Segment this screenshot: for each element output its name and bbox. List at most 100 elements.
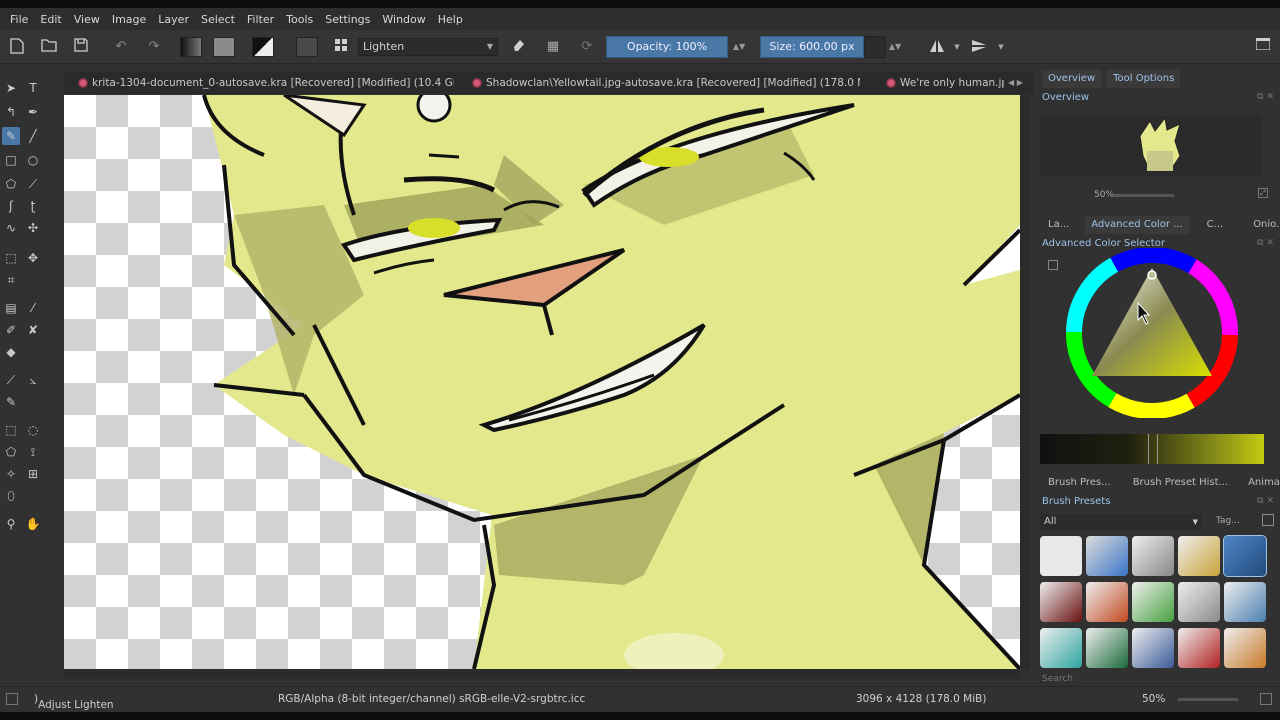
- tab-document-3[interactable]: We're only human.jpg: [882, 72, 1004, 94]
- menu-filter[interactable]: Filter: [241, 13, 280, 26]
- size-slider[interactable]: Size: 600.00 px: [760, 36, 864, 58]
- move-tool-icon[interactable]: ✥: [24, 249, 42, 267]
- color-history-strip[interactable]: [1040, 434, 1264, 464]
- grid-icon[interactable]: [332, 38, 350, 56]
- menu-window[interactable]: Window: [376, 13, 431, 26]
- panel-float-close-icon[interactable]: ⧉ ✕: [1257, 92, 1274, 102]
- contiguous-selection-tool-icon[interactable]: ✧: [2, 465, 20, 483]
- rectangular-selection-tool-icon[interactable]: ⬚: [2, 421, 20, 439]
- redo-icon[interactable]: ↷: [145, 38, 163, 56]
- mirror-vertical-icon[interactable]: [970, 38, 988, 56]
- polyline-tool-icon[interactable]: ⟋: [24, 175, 42, 193]
- opacity-slider[interactable]: Opacity: 100%: [606, 36, 728, 58]
- mirror-horizontal-options-icon[interactable]: ▼: [948, 38, 966, 56]
- tab-color[interactable]: C...: [1201, 216, 1230, 234]
- elliptical-selection-tool-icon[interactable]: ◌: [24, 421, 42, 439]
- brush-preset-lasso-icon[interactable]: [1132, 628, 1174, 668]
- panel-float-close-icon[interactable]: ⧉ ✕: [1257, 496, 1274, 506]
- color-settings-icon[interactable]: [1048, 260, 1058, 270]
- preserve-alpha-icon[interactable]: ▦: [544, 38, 562, 56]
- canvas-horizontal-scrollbar[interactable]: [64, 669, 1020, 679]
- undo-icon[interactable]: ↶: [112, 38, 130, 56]
- opacity-spin-icon[interactable]: ▲▼: [730, 38, 748, 56]
- color-picker-tool-icon[interactable]: ⁄: [24, 299, 42, 317]
- tab-document-1[interactable]: krita-1304-document_0-autosave.kra [Reco…: [74, 72, 454, 94]
- brush-preset-red-pen-icon[interactable]: [1178, 628, 1220, 668]
- status-color-profile[interactable]: RGB/Alpha (8-bit integer/channel) sRGB-e…: [278, 693, 585, 705]
- foreground-background-color-icon[interactable]: [252, 37, 274, 57]
- fill-tool-icon[interactable]: ◆: [2, 343, 20, 361]
- menu-layer[interactable]: Layer: [152, 13, 195, 26]
- brush-view-icon[interactable]: [1262, 514, 1274, 526]
- brush-preset-ink-icon[interactable]: [1040, 536, 1082, 576]
- new-document-icon[interactable]: [8, 38, 26, 56]
- gradient-tool-icon[interactable]: ▤: [2, 299, 20, 317]
- tab-document-2[interactable]: Shadowclan\Yellowtail.jpg-autosave.kra […: [468, 72, 860, 94]
- menu-settings[interactable]: Settings: [319, 13, 376, 26]
- pan-tool-icon[interactable]: ✋: [24, 515, 42, 533]
- menu-select[interactable]: Select: [195, 13, 241, 26]
- reload-preset-icon[interactable]: ⟳: [578, 38, 596, 56]
- overview-zoom-slider[interactable]: [1114, 194, 1174, 197]
- brush-preset-blender-icon[interactable]: [1040, 582, 1082, 622]
- polygonal-selection-tool-icon[interactable]: ⬠: [2, 443, 20, 461]
- mirror-vertical-options-icon[interactable]: ▼: [992, 38, 1010, 56]
- status-zoom[interactable]: 50%: [1142, 693, 1165, 705]
- brush-preset-star-icon[interactable]: [1178, 536, 1220, 576]
- assistant-tool-icon[interactable]: ⟋: [2, 371, 20, 389]
- similar-color-selection-tool-icon[interactable]: ⊞: [24, 465, 42, 483]
- save-icon[interactable]: [72, 38, 90, 56]
- dynamic-brush-tool-icon[interactable]: ∿: [2, 219, 20, 237]
- selection-mode-icon[interactable]: [6, 693, 18, 705]
- menu-view[interactable]: View: [68, 13, 106, 26]
- panel-float-close-icon[interactable]: ⧉ ✕: [1257, 238, 1274, 248]
- brush-preset-pencil-icon[interactable]: [1132, 536, 1174, 576]
- menu-image[interactable]: Image: [106, 13, 152, 26]
- multibrush-tool-icon[interactable]: ✣: [24, 219, 42, 237]
- ellipse-tool-icon[interactable]: ○: [24, 151, 42, 169]
- calligraphy-tool-icon[interactable]: ✒: [24, 103, 42, 121]
- hamburger-icon[interactable]: [1254, 37, 1272, 56]
- size-spin-icon[interactable]: ▲▼: [886, 38, 904, 56]
- freehand-path-tool-icon[interactable]: ʈ: [24, 197, 42, 215]
- line-tool-icon[interactable]: ╱: [24, 127, 42, 145]
- brush-preset-selected-icon[interactable]: [1223, 535, 1267, 577]
- color-wheel[interactable]: [1062, 248, 1242, 418]
- brush-preset-smudge-icon[interactable]: [1224, 582, 1266, 622]
- tab-brush-preset-history[interactable]: Brush Preset Hist...: [1127, 474, 1234, 492]
- zoom-tool-icon[interactable]: ⚲: [2, 515, 20, 533]
- brush-preset-oil-icon[interactable]: [1086, 582, 1128, 622]
- brush-preset-flask-icon[interactable]: [1132, 582, 1174, 622]
- menu-edit[interactable]: Edit: [34, 13, 67, 26]
- brush-preset-orange-icon[interactable]: [1224, 628, 1266, 668]
- tab-tool-options[interactable]: Tool Options: [1107, 70, 1181, 88]
- brush-tag-select[interactable]: Tag...: [1216, 516, 1240, 526]
- drawing-canvas[interactable]: [64, 95, 1020, 669]
- text-tool-icon[interactable]: T: [24, 79, 42, 97]
- mirror-horizontal-icon[interactable]: [928, 38, 946, 56]
- brush-preset-icon[interactable]: [296, 37, 318, 57]
- tab-scroll-arrows[interactable]: ◀ ▶: [1004, 72, 1034, 94]
- tab-animation[interactable]: Animati...: [1242, 474, 1280, 492]
- size-slider-track[interactable]: [864, 36, 886, 58]
- reference-images-tool-icon[interactable]: ✎: [2, 393, 20, 411]
- edit-shapes-tool-icon[interactable]: ↰: [2, 103, 20, 121]
- canvas-vertical-scrollbar[interactable]: [1020, 95, 1030, 669]
- smart-patch-tool-icon[interactable]: ✘: [24, 321, 42, 339]
- select-shapes-tool-icon[interactable]: ➤: [2, 79, 20, 97]
- brush-search-input[interactable]: Search: [1042, 674, 1073, 684]
- crop-tool-icon[interactable]: ⌗: [2, 271, 20, 289]
- fit-view-icon[interactable]: ⤢: [1258, 188, 1268, 198]
- pattern-swatch[interactable]: [213, 37, 235, 57]
- brush-filter-select[interactable]: All ▼: [1040, 514, 1202, 530]
- blend-mode-select[interactable]: Lighten ▼: [358, 38, 498, 56]
- eraser-icon[interactable]: [510, 38, 528, 56]
- rectangle-tool-icon[interactable]: □: [2, 151, 20, 169]
- fullscreen-icon[interactable]: [1260, 693, 1272, 705]
- menu-file[interactable]: File: [4, 13, 34, 26]
- menu-tools[interactable]: Tools: [280, 13, 319, 26]
- tab-advanced-color[interactable]: Advanced Color ...: [1085, 216, 1189, 234]
- brush-preset-airbrush-icon[interactable]: [1086, 628, 1128, 668]
- gradient-swatch[interactable]: [180, 37, 202, 57]
- tab-brush-presets[interactable]: Brush Pres...: [1042, 474, 1117, 492]
